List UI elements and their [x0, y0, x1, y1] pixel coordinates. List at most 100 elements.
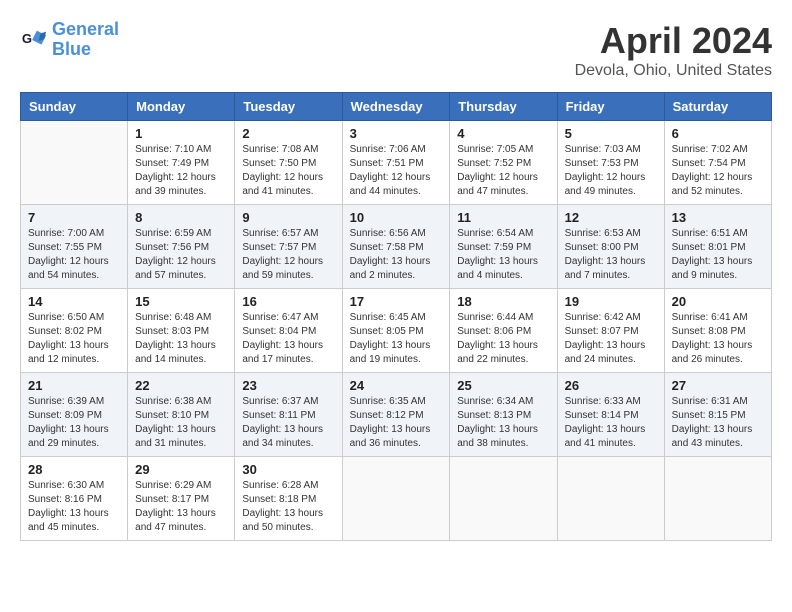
calendar-cell: 11 Sunrise: 6:54 AMSunset: 7:59 PMDayligh…	[450, 205, 557, 289]
calendar-cell: 30 Sunrise: 6:28 AMSunset: 8:18 PMDayligh…	[235, 457, 342, 541]
day-info: Sunrise: 6:28 AMSunset: 8:18 PMDaylight:…	[242, 479, 334, 535]
day-info: Sunrise: 7:02 AMSunset: 7:54 PMDaylight:…	[672, 143, 764, 199]
day-info: Sunrise: 6:44 AMSunset: 8:06 PMDaylight:…	[457, 311, 549, 367]
day-of-week-header: Friday	[557, 93, 664, 121]
calendar-week-row: 14 Sunrise: 6:50 AMSunset: 8:02 PMDayligh…	[21, 289, 772, 373]
day-number: 21	[28, 378, 120, 393]
calendar-week-row: 7 Sunrise: 7:00 AMSunset: 7:55 PMDaylight…	[21, 205, 772, 289]
day-number: 18	[457, 294, 549, 309]
calendar-week-row: 28Sunrise: 6:30 AMSunset: 8:16 PMDayligh…	[21, 457, 772, 541]
logo: G GeneralBlue	[20, 20, 119, 60]
day-info: Sunrise: 6:50 AMSunset: 8:02 PMDaylight:…	[28, 311, 120, 367]
calendar-cell: 25 Sunrise: 6:34 AMSunset: 8:13 PMDayligh…	[450, 373, 557, 457]
day-number: 27	[672, 378, 764, 393]
calendar-cell: 8 Sunrise: 6:59 AMSunset: 7:56 PMDaylight…	[128, 205, 235, 289]
day-info: Sunrise: 6:39 AMSunset: 8:09 PMDaylight:…	[28, 395, 120, 451]
calendar-header-row: SundayMondayTuesdayWednesdayThursdayFrid…	[21, 93, 772, 121]
day-info: Sunrise: 6:59 AMSunset: 7:56 PMDaylight:…	[135, 227, 227, 283]
calendar-cell: 24 Sunrise: 6:35 AMSunset: 8:12 PMDayligh…	[342, 373, 450, 457]
day-number: 23	[242, 378, 334, 393]
calendar-cell: 17 Sunrise: 6:45 AMSunset: 8:05 PMDayligh…	[342, 289, 450, 373]
day-number: 7	[28, 210, 120, 225]
day-info: Sunrise: 6:34 AMSunset: 8:13 PMDaylight:…	[457, 395, 549, 451]
day-number: 3	[350, 126, 443, 141]
day-info: Sunrise: 6:33 AMSunset: 8:14 PMDaylight:…	[565, 395, 657, 451]
day-number: 24	[350, 378, 443, 393]
day-info: Sunrise: 6:47 AMSunset: 8:04 PMDaylight:…	[242, 311, 334, 367]
day-of-week-header: Sunday	[21, 93, 128, 121]
calendar-cell: 23 Sunrise: 6:37 AMSunset: 8:11 PMDayligh…	[235, 373, 342, 457]
calendar-cell: 16 Sunrise: 6:47 AMSunset: 8:04 PMDayligh…	[235, 289, 342, 373]
day-number: 30	[242, 462, 334, 477]
day-number: 20	[672, 294, 764, 309]
page-header: G GeneralBlue April 2024 Devola, Ohio, U…	[20, 20, 772, 80]
day-of-week-header: Thursday	[450, 93, 557, 121]
day-number: 2	[242, 126, 334, 141]
day-info: Sunrise: 6:42 AMSunset: 8:07 PMDaylight:…	[565, 311, 657, 367]
day-info: Sunrise: 6:35 AMSunset: 8:12 PMDaylight:…	[350, 395, 443, 451]
day-info: Sunrise: 7:08 AMSunset: 7:50 PMDaylight:…	[242, 143, 334, 199]
day-number: 8	[135, 210, 227, 225]
day-number: 22	[135, 378, 227, 393]
day-info: Sunrise: 7:06 AMSunset: 7:51 PMDaylight:…	[350, 143, 443, 199]
calendar-cell: 3 Sunrise: 7:06 AMSunset: 7:51 PMDaylight…	[342, 121, 450, 205]
day-info: Sunrise: 6:56 AMSunset: 7:58 PMDaylight:…	[350, 227, 443, 283]
day-info: Sunrise: 6:37 AMSunset: 8:11 PMDaylight:…	[242, 395, 334, 451]
calendar-cell: 26 Sunrise: 6:33 AMSunset: 8:14 PMDayligh…	[557, 373, 664, 457]
calendar-cell: 21 Sunrise: 6:39 AMSunset: 8:09 PMDayligh…	[21, 373, 128, 457]
day-info: Sunrise: 6:48 AMSunset: 8:03 PMDaylight:…	[135, 311, 227, 367]
calendar-cell: 29 Sunrise: 6:29 AMSunset: 8:17 PMDayligh…	[128, 457, 235, 541]
day-of-week-header: Wednesday	[342, 93, 450, 121]
day-number: 19	[565, 294, 657, 309]
calendar-cell: 4Sunrise: 7:05 AMSunset: 7:52 PMDaylight…	[450, 121, 557, 205]
calendar-cell: 9Sunrise: 6:57 AMSunset: 7:57 PMDaylight…	[235, 205, 342, 289]
calendar-cell: 27 Sunrise: 6:31 AMSunset: 8:15 PMDayligh…	[664, 373, 771, 457]
day-number: 29	[135, 462, 227, 477]
calendar-cell	[557, 457, 664, 541]
calendar-cell	[342, 457, 450, 541]
calendar-cell	[21, 121, 128, 205]
calendar-cell: 13Sunrise: 6:51 AMSunset: 8:01 PMDayligh…	[664, 205, 771, 289]
day-info: Sunrise: 6:54 AMSunset: 7:59 PMDaylight:…	[457, 227, 549, 283]
day-number: 16	[242, 294, 334, 309]
day-info: Sunrise: 6:45 AMSunset: 8:05 PMDaylight:…	[350, 311, 443, 367]
calendar-table: SundayMondayTuesdayWednesdayThursdayFrid…	[20, 92, 772, 541]
day-info: Sunrise: 7:10 AMSunset: 7:49 PMDaylight:…	[135, 143, 227, 199]
day-info: Sunrise: 7:00 AMSunset: 7:55 PMDaylight:…	[28, 227, 120, 283]
day-info: Sunrise: 6:57 AMSunset: 7:57 PMDaylight:…	[242, 227, 334, 283]
calendar-cell	[664, 457, 771, 541]
day-of-week-header: Monday	[128, 93, 235, 121]
day-number: 25	[457, 378, 549, 393]
calendar-cell: 14 Sunrise: 6:50 AMSunset: 8:02 PMDayligh…	[21, 289, 128, 373]
calendar-cell: 12Sunrise: 6:53 AMSunset: 8:00 PMDayligh…	[557, 205, 664, 289]
day-of-week-header: Tuesday	[235, 93, 342, 121]
day-number: 11	[457, 210, 549, 225]
day-number: 28	[28, 462, 120, 477]
calendar-cell: 10Sunrise: 6:56 AMSunset: 7:58 PMDayligh…	[342, 205, 450, 289]
calendar-cell	[450, 457, 557, 541]
calendar-cell: 20Sunrise: 6:41 AMSunset: 8:08 PMDayligh…	[664, 289, 771, 373]
calendar-week-row: 1 Sunrise: 7:10 AMSunset: 7:49 PMDaylight…	[21, 121, 772, 205]
day-info: Sunrise: 6:31 AMSunset: 8:15 PMDaylight:…	[672, 395, 764, 451]
calendar-cell: 7 Sunrise: 7:00 AMSunset: 7:55 PMDaylight…	[21, 205, 128, 289]
calendar-cell: 15 Sunrise: 6:48 AMSunset: 8:03 PMDayligh…	[128, 289, 235, 373]
day-number: 5	[565, 126, 657, 141]
day-number: 1	[135, 126, 227, 141]
day-info: Sunrise: 6:53 AMSunset: 8:00 PMDaylight:…	[565, 227, 657, 283]
title-area: April 2024 Devola, Ohio, United States	[575, 20, 772, 80]
day-number: 26	[565, 378, 657, 393]
day-info: Sunrise: 7:05 AMSunset: 7:52 PMDaylight:…	[457, 143, 549, 199]
calendar-cell: 22Sunrise: 6:38 AMSunset: 8:10 PMDayligh…	[128, 373, 235, 457]
day-info: Sunrise: 7:03 AMSunset: 7:53 PMDaylight:…	[565, 143, 657, 199]
day-number: 15	[135, 294, 227, 309]
svg-text:G: G	[22, 31, 32, 46]
calendar-cell: 6Sunrise: 7:02 AMSunset: 7:54 PMDaylight…	[664, 121, 771, 205]
day-number: 17	[350, 294, 443, 309]
day-of-week-header: Saturday	[664, 93, 771, 121]
day-info: Sunrise: 6:29 AMSunset: 8:17 PMDaylight:…	[135, 479, 227, 535]
day-number: 13	[672, 210, 764, 225]
logo-text: GeneralBlue	[52, 20, 119, 60]
calendar-cell: 28Sunrise: 6:30 AMSunset: 8:16 PMDayligh…	[21, 457, 128, 541]
calendar-cell: 5 Sunrise: 7:03 AMSunset: 7:53 PMDaylight…	[557, 121, 664, 205]
day-number: 14	[28, 294, 120, 309]
